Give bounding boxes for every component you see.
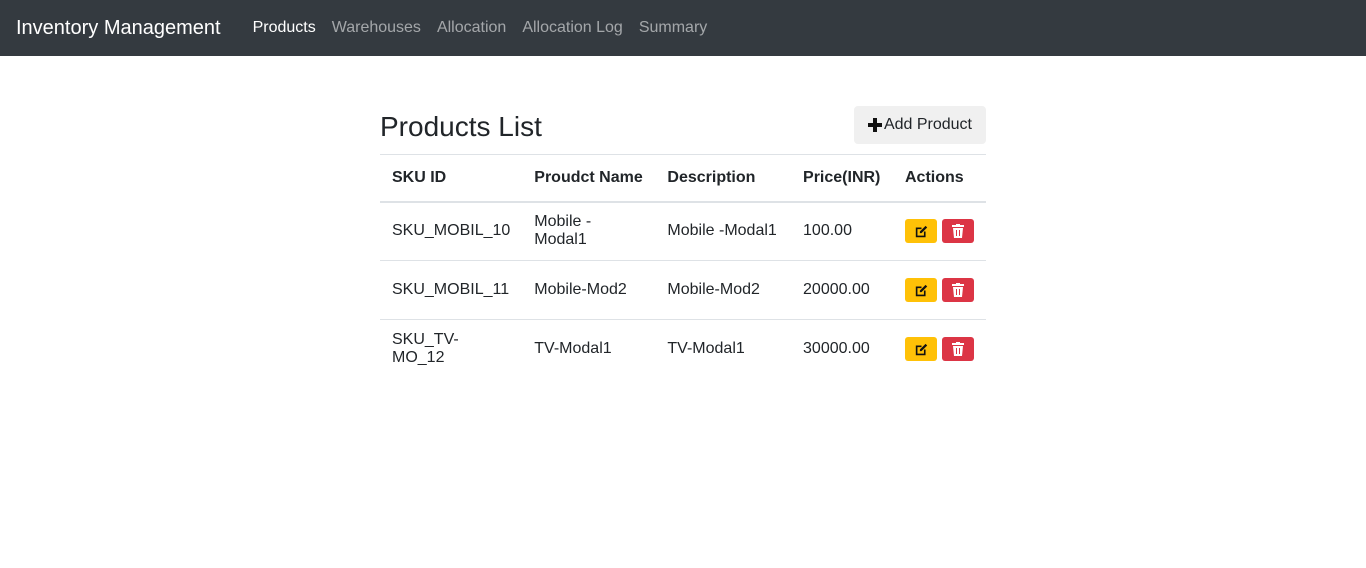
cell-sku: SKU_TV-MO_12: [392, 331, 459, 367]
edit-icon: [915, 225, 928, 238]
cell-product-name: Mobile-Mod2: [522, 260, 656, 320]
page-header: Products List Add Product: [380, 106, 986, 144]
cell-price: 30000.00: [803, 340, 870, 358]
trash-icon: [952, 342, 964, 357]
cell-description: Mobile -Modal1: [655, 201, 792, 261]
top-navbar: Inventory Management Products Warehouses…: [0, 0, 1366, 56]
cell-description: TV-Modal1: [667, 340, 745, 358]
cell-sku: SKU_MOBIL_11: [380, 260, 523, 320]
edit-button[interactable]: [905, 278, 937, 302]
header-product-name: Proudct Name: [522, 154, 656, 203]
cell-price: 20000.00: [791, 260, 893, 320]
cell-product-name: Mobile -Modal1: [522, 201, 656, 261]
cell-sku: SKU_MOBIL_10: [380, 201, 523, 261]
add-product-button[interactable]: Add Product: [853, 106, 986, 144]
trash-icon: [952, 283, 964, 297]
edit-icon: [915, 343, 928, 356]
products-table: SKU ID Proudct Name Description Price(IN…: [380, 154, 986, 379]
table-header-row: SKU ID Proudct Name Description Price(IN…: [380, 154, 986, 203]
page-title: Products List: [380, 111, 542, 142]
header-price: Price(INR): [791, 154, 893, 203]
app-brand[interactable]: Inventory Management: [16, 18, 221, 38]
edit-button[interactable]: [905, 219, 937, 244]
delete-button[interactable]: [942, 278, 974, 302]
plus-icon: [867, 118, 882, 132]
delete-button[interactable]: [942, 219, 974, 244]
nav-link-allocation[interactable]: Allocation: [429, 20, 514, 36]
table-row: SKU_MOBIL_10 Mobile -Modal1 Mobile -Moda…: [380, 201, 986, 261]
cell-actions: [893, 320, 986, 379]
edit-icon: [915, 284, 928, 297]
cell-description: Mobile-Mod2: [655, 260, 792, 320]
add-product-label: Add Product: [883, 116, 972, 133]
nav-links: Products Warehouses Allocation Allocatio…: [245, 20, 716, 36]
table-row: SKU_TV-MO_12 TV-Modal1 TV-Modal1 30000.0…: [380, 320, 986, 379]
header-sku-id: SKU ID: [380, 154, 523, 203]
header-actions: Actions: [893, 154, 986, 203]
nav-link-summary[interactable]: Summary: [631, 20, 715, 36]
header-description: Description: [655, 154, 792, 203]
main-content: Products List Add Product SKU ID Proudct…: [380, 106, 986, 379]
cell-actions: [893, 201, 986, 261]
edit-button[interactable]: [905, 337, 937, 362]
cell-price: 100.00: [791, 201, 893, 261]
nav-link-products[interactable]: Products: [245, 20, 324, 36]
nav-link-allocation-log[interactable]: Allocation Log: [514, 20, 631, 36]
cell-actions: [893, 260, 986, 320]
nav-link-warehouses[interactable]: Warehouses: [324, 20, 429, 36]
table-row: SKU_MOBIL_11 Mobile-Mod2 Mobile-Mod2 200…: [380, 260, 986, 320]
trash-icon: [952, 224, 964, 239]
delete-button[interactable]: [942, 337, 974, 362]
cell-product-name: TV-Modal1: [534, 340, 612, 358]
